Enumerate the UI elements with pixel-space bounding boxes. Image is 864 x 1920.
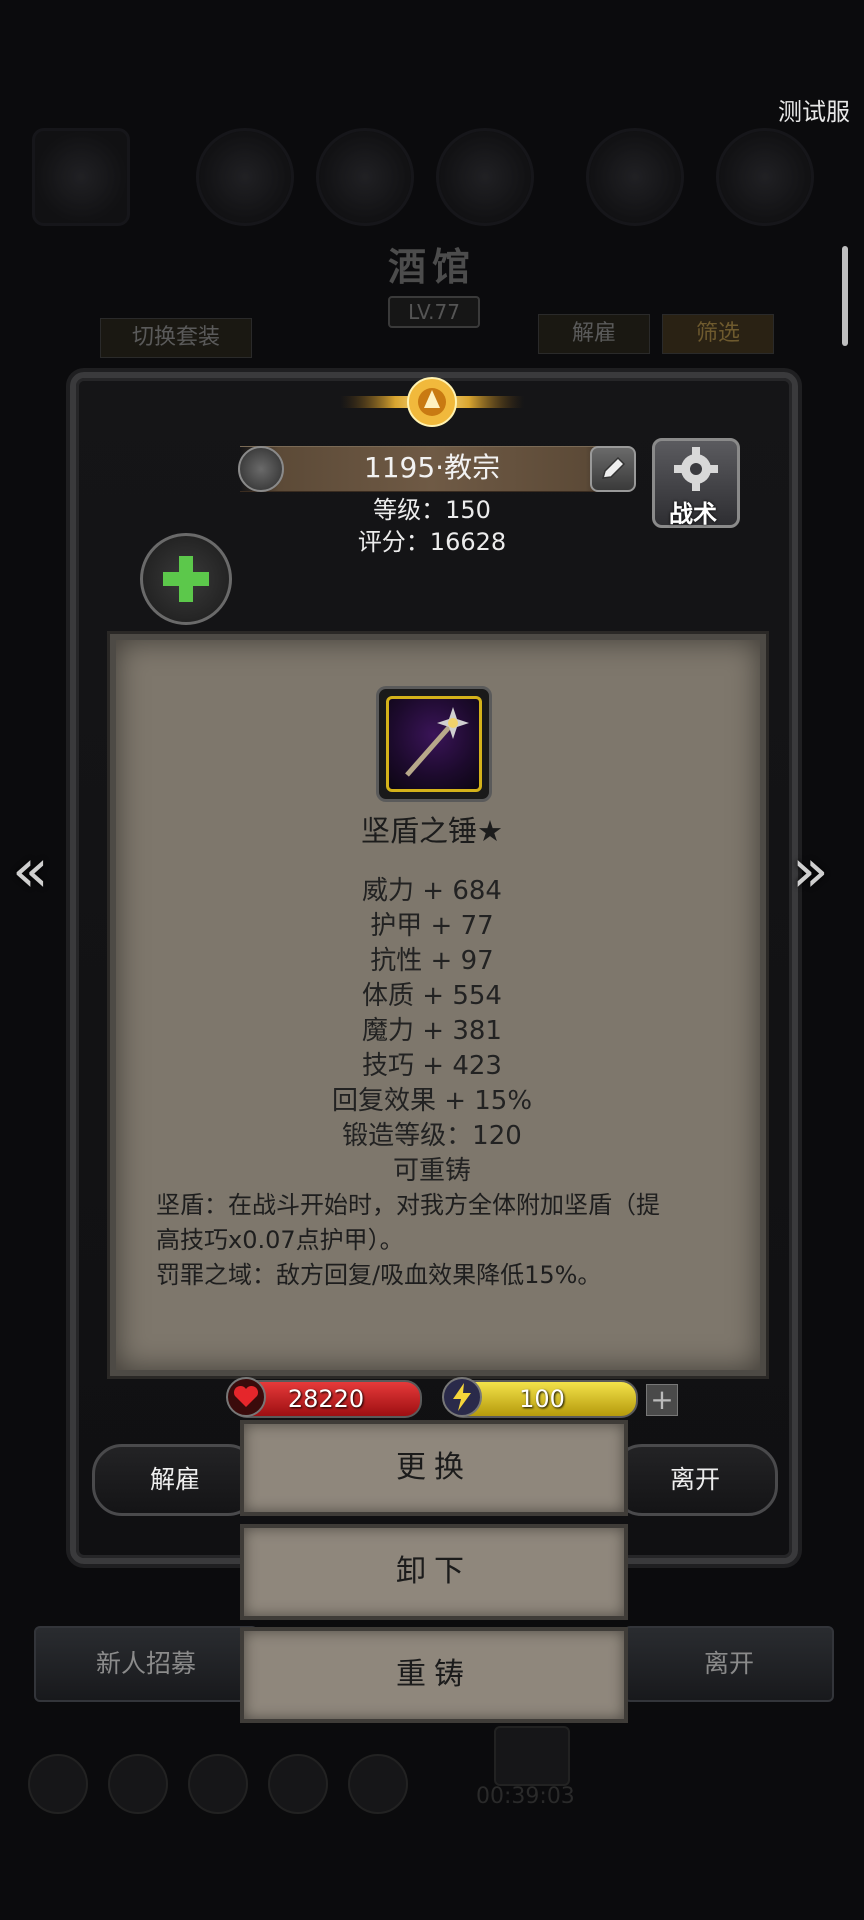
plus-icon (163, 556, 209, 602)
tavern-title: 酒馆 (387, 244, 476, 289)
background-leave-button[interactable]: 离开 (624, 1626, 834, 1702)
unequip-button[interactable]: 卸下 (240, 1524, 628, 1620)
background-hero-slot-icon (716, 128, 814, 226)
lightning-icon (442, 1377, 482, 1417)
bottom-menu-icon (188, 1754, 248, 1814)
hero-level: 等级：150 (373, 496, 491, 524)
item-description-line: 坚盾：在战斗开始时，对我方全体附加坚盾（提 (156, 1191, 660, 1219)
recruit-button[interactable]: 新人招募 (34, 1626, 258, 1702)
item-stat-recovery: 回复效果 + 15% (331, 1086, 533, 1116)
hero-score: 评分：16628 (357, 528, 507, 556)
chest-timer: 00:39:03 (476, 1784, 575, 1809)
leave-button[interactable]: 离开 (612, 1444, 778, 1516)
item-name: 坚盾之锤★ (361, 814, 503, 848)
background-hero-slot-icon (586, 128, 684, 226)
reforge-button[interactable]: 重铸 (240, 1627, 628, 1723)
item-stat-skill: 技巧 + 423 (362, 1051, 502, 1081)
item-reforgeable: 可重铸 (392, 1156, 471, 1186)
item-stat-resistance: 抗性 + 97 (370, 946, 494, 976)
server-tag: 测试服 (778, 98, 850, 126)
prev-hero-arrow-icon[interactable]: « (12, 836, 49, 906)
item-stat-constitution: 体质 + 554 (362, 981, 502, 1011)
heart-icon (226, 1377, 266, 1417)
add-skill-button[interactable] (140, 533, 232, 625)
hammer-icon (386, 696, 482, 792)
item-stat-magic: 魔力 + 381 (362, 1016, 502, 1046)
dismiss-button[interactable]: 解雇 (92, 1444, 258, 1516)
item-stat-armor: 护甲 + 77 (370, 911, 494, 941)
item-description-line: 高技巧x0.07点护甲）。 (156, 1226, 404, 1254)
switch-set-button[interactable]: 切换套装 (100, 318, 252, 358)
bottom-menu-icon (268, 1754, 328, 1814)
edit-name-icon[interactable] (590, 446, 636, 492)
bottom-menu-icon (108, 1754, 168, 1814)
item-forge-level: 锻造等级：120 (342, 1121, 522, 1151)
item-description-line: 罚罪之域：敌方回复/吸血效果降低15%。 (156, 1261, 602, 1289)
replace-button[interactable]: 更换 (240, 1420, 628, 1516)
gear-icon (674, 447, 718, 491)
tavern-level-badge: LV.77 (388, 296, 480, 328)
background-dismiss-button[interactable]: 解雇 (538, 314, 650, 354)
dialog-emblem-icon (340, 377, 524, 427)
hero-name: 1195·教宗 (363, 451, 501, 484)
tactics-label: 战术 (669, 500, 717, 528)
bottom-menu-icon (28, 1754, 88, 1814)
item-stat-might: 威力 + 684 (362, 876, 502, 906)
filter-button[interactable]: 筛选 (662, 314, 774, 354)
add-energy-button[interactable]: + (646, 1384, 678, 1416)
background-hero-slot-icon (316, 128, 414, 226)
background-hero-slot-icon (32, 128, 130, 226)
treasure-chest-icon (494, 1726, 570, 1786)
item-description: 坚盾：在战斗开始时，对我方全体附加坚盾（提 高技巧x0.07点护甲）。 罚罪之域… (156, 1188, 716, 1293)
background-hero-slot-icon (196, 128, 294, 226)
next-hero-arrow-icon[interactable]: » (792, 836, 829, 906)
background-hero-slot-icon (436, 128, 534, 226)
bottom-menu-icon (348, 1754, 408, 1814)
